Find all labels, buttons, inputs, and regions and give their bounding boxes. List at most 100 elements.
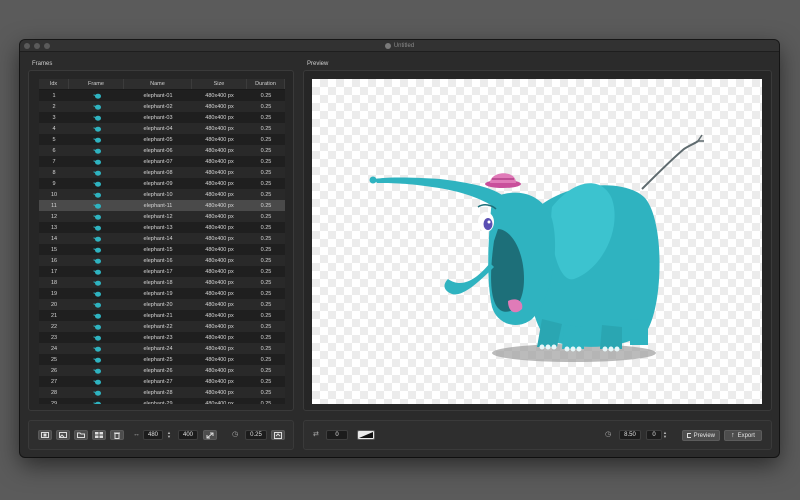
table-row[interactable]: 13 elephant-13 480x400 px 0.25 bbox=[39, 222, 285, 233]
row-name: elephant-25 bbox=[143, 356, 173, 363]
elephant-thumbnail-icon bbox=[92, 324, 101, 330]
row-duration: 0.25 bbox=[260, 103, 272, 110]
row-index: 27 bbox=[50, 378, 58, 385]
table-row[interactable]: 12 elephant-12 480x400 px 0.25 bbox=[39, 211, 285, 222]
filmstrip-icon bbox=[41, 432, 49, 438]
column-header-name[interactable]: Name bbox=[124, 79, 192, 89]
row-thumbnail bbox=[69, 299, 124, 310]
row-name: elephant-08 bbox=[143, 169, 173, 176]
frames-panel-label: Frames bbox=[32, 61, 53, 67]
row-thumbnail bbox=[69, 321, 124, 332]
loop-count-field[interactable]: 0 bbox=[326, 430, 348, 440]
row-name: elephant-23 bbox=[143, 334, 173, 341]
row-index: 4 bbox=[52, 125, 56, 132]
resize-button[interactable] bbox=[203, 430, 217, 440]
table-row[interactable]: 14 elephant-14 480x400 px 0.25 bbox=[39, 233, 285, 244]
row-size: 480x400 px bbox=[205, 400, 234, 405]
row-name: elephant-12 bbox=[143, 213, 173, 220]
row-name: elephant-11 bbox=[143, 202, 173, 209]
column-header-frame[interactable]: Frame bbox=[69, 79, 124, 89]
elephant-thumbnail-icon bbox=[92, 170, 101, 176]
background-color-well[interactable] bbox=[357, 430, 375, 440]
table-row[interactable]: 22 elephant-22 480x400 px 0.25 bbox=[39, 321, 285, 332]
table-row[interactable]: 1 elephant-01 480x400 px 0.25 bbox=[39, 90, 285, 101]
row-thumbnail bbox=[69, 156, 124, 167]
column-header-duration[interactable]: Duration bbox=[247, 79, 285, 89]
preview-panel bbox=[303, 70, 772, 411]
table-row[interactable]: 26 elephant-26 480x400 px 0.25 bbox=[39, 365, 285, 376]
elephant-thumbnail-icon bbox=[92, 104, 101, 110]
row-thumbnail bbox=[69, 343, 124, 354]
row-index: 15 bbox=[50, 246, 58, 253]
preview-button[interactable]: Preview bbox=[682, 430, 720, 441]
table-row[interactable]: 16 elephant-16 480x400 px 0.25 bbox=[39, 255, 285, 266]
row-thumbnail bbox=[69, 354, 124, 365]
row-size: 480x400 px bbox=[205, 191, 234, 198]
row-index: 20 bbox=[50, 301, 58, 308]
table-row[interactable]: 6 elephant-06 480x400 px 0.25 bbox=[39, 145, 285, 156]
table-row[interactable]: 4 elephant-04 480x400 px 0.25 bbox=[39, 123, 285, 134]
row-index: 18 bbox=[50, 279, 58, 286]
table-row[interactable]: 25 elephant-25 480x400 px 0.25 bbox=[39, 354, 285, 365]
table-row[interactable]: 23 elephant-23 480x400 px 0.25 bbox=[39, 332, 285, 343]
row-duration: 0.25 bbox=[260, 323, 272, 330]
row-index: 22 bbox=[50, 323, 58, 330]
open-folder-button[interactable] bbox=[74, 430, 88, 440]
table-row[interactable]: 15 elephant-15 480x400 px 0.25 bbox=[39, 244, 285, 255]
row-index: 19 bbox=[50, 290, 58, 297]
duration-field[interactable]: 0.25 bbox=[245, 430, 267, 440]
table-row[interactable]: 11 elephant-11 480x400 px 0.25 bbox=[39, 200, 285, 211]
frame-number-field[interactable]: 0 bbox=[646, 430, 662, 440]
frames-table[interactable]: Idx Frame Name Size Duration 1 elephant-0… bbox=[39, 79, 285, 404]
table-row[interactable]: 29 elephant-29 480x400 px 0.25 bbox=[39, 398, 285, 404]
table-row[interactable]: 27 elephant-27 480x400 px 0.25 bbox=[39, 376, 285, 387]
frame-number-stepper[interactable]: ▲ ▼ bbox=[662, 430, 668, 440]
row-size: 480x400 px bbox=[205, 279, 234, 286]
grid-view-button[interactable] bbox=[92, 430, 106, 440]
row-size: 480x400 px bbox=[205, 224, 234, 231]
row-index: 6 bbox=[52, 147, 56, 154]
table-row[interactable]: 20 elephant-20 480x400 px 0.25 bbox=[39, 299, 285, 310]
elephant-thumbnail-icon bbox=[92, 148, 101, 154]
height-field[interactable]: 400 bbox=[178, 430, 198, 440]
elephant-thumbnail-icon bbox=[92, 181, 101, 187]
delete-frame-button[interactable] bbox=[110, 430, 124, 440]
row-duration: 0.25 bbox=[260, 246, 272, 253]
table-row[interactable]: 17 elephant-17 480x400 px 0.25 bbox=[39, 266, 285, 277]
table-row[interactable]: 24 elephant-24 480x400 px 0.25 bbox=[39, 343, 285, 354]
table-row[interactable]: 21 elephant-21 480x400 px 0.25 bbox=[39, 310, 285, 321]
column-header-idx[interactable]: Idx bbox=[39, 79, 69, 89]
table-row[interactable]: 8 elephant-08 480x400 px 0.25 bbox=[39, 167, 285, 178]
row-thumbnail bbox=[69, 101, 124, 112]
row-name: elephant-18 bbox=[143, 279, 173, 286]
table-row[interactable]: 3 elephant-03 480x400 px 0.25 bbox=[39, 112, 285, 123]
row-thumbnail bbox=[69, 189, 124, 200]
table-row[interactable]: 10 elephant-10 480x400 px 0.25 bbox=[39, 189, 285, 200]
table-row[interactable]: 7 elephant-07 480x400 px 0.25 bbox=[39, 156, 285, 167]
row-thumbnail bbox=[69, 376, 124, 387]
table-row[interactable]: 28 elephant-28 480x400 px 0.25 bbox=[39, 387, 285, 398]
table-row[interactable]: 18 elephant-18 480x400 px 0.25 bbox=[39, 277, 285, 288]
width-field[interactable]: 480 bbox=[143, 430, 163, 440]
export-button[interactable]: ↑ Export bbox=[724, 430, 762, 441]
table-row[interactable]: 2 elephant-02 480x400 px 0.25 bbox=[39, 101, 285, 112]
filmstrip-button[interactable] bbox=[38, 430, 52, 440]
total-duration-field[interactable]: 8.50 bbox=[619, 430, 641, 440]
table-row[interactable]: 19 elephant-19 480x400 px 0.25 bbox=[39, 288, 285, 299]
row-size: 480x400 px bbox=[205, 378, 234, 385]
import-image-button[interactable] bbox=[56, 430, 70, 440]
table-row[interactable]: 5 elephant-05 480x400 px 0.25 bbox=[39, 134, 285, 145]
column-header-size[interactable]: Size bbox=[192, 79, 247, 89]
table-row[interactable]: 9 elephant-09 480x400 px 0.25 bbox=[39, 178, 285, 189]
row-size: 480x400 px bbox=[205, 389, 234, 396]
clock-icon: ◷ bbox=[232, 431, 239, 438]
row-thumbnail bbox=[69, 398, 124, 404]
row-duration: 0.25 bbox=[260, 312, 272, 319]
row-size: 480x400 px bbox=[205, 180, 234, 187]
row-thumbnail bbox=[69, 200, 124, 211]
row-index: 9 bbox=[52, 180, 56, 187]
apply-duration-button[interactable] bbox=[271, 430, 285, 440]
table-header: Idx Frame Name Size Duration bbox=[39, 79, 285, 90]
row-duration: 0.25 bbox=[260, 213, 272, 220]
width-stepper[interactable]: ▲ ▼ bbox=[166, 430, 172, 440]
